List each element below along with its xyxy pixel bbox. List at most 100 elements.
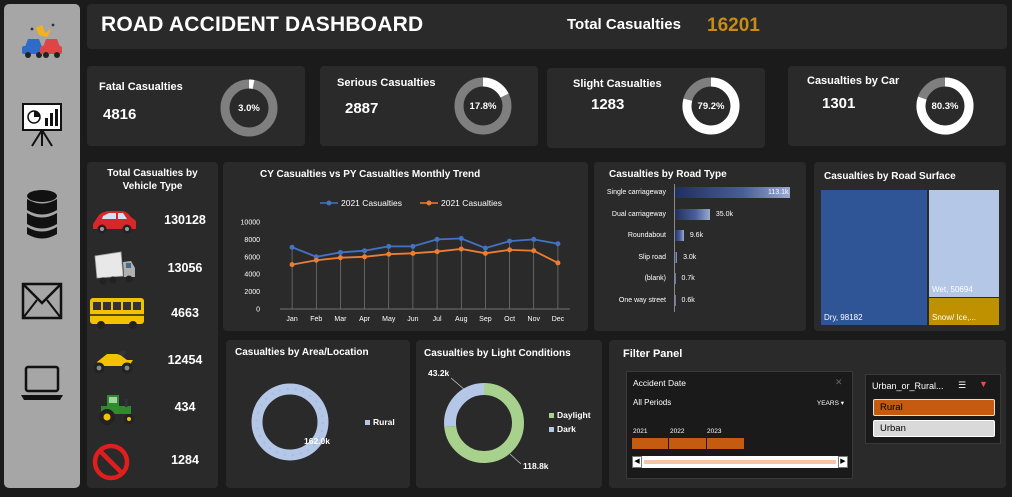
x-tick-label: Aug (455, 316, 468, 323)
area-location-panel: Casualties by Area/Location 162.0k Rural (226, 340, 410, 488)
kpi-donut: 80.3% (915, 76, 975, 136)
kpi-donut: 17.8% (453, 76, 513, 136)
total-casualties-value: 16201 (707, 15, 760, 36)
light-dark-value: 43.2k (428, 368, 450, 378)
laptop-icon[interactable] (18, 358, 66, 408)
clear-filter-icon[interactable]: ▼ (979, 379, 988, 389)
treemap-dry[interactable]: Dry, 98182 (821, 190, 927, 325)
timeline-scrollbar[interactable]: ◀ ▶ (632, 456, 848, 468)
road-type-bar[interactable] (674, 208, 710, 220)
trend-legend-cy: 2021 Casualties (341, 198, 402, 208)
kpi-percent: 80.3% (931, 100, 959, 112)
kpi-value: 4816 (103, 106, 137, 123)
data-point (555, 241, 561, 247)
timeline-all-periods: All Periods (633, 398, 672, 407)
slicer-option-urban[interactable]: Urban (873, 420, 995, 437)
trend-legend: 2021 Casualties 2021 Casualties (320, 197, 520, 209)
vehicle-value: 13056 (167, 261, 203, 275)
kpi-label: Fatal Casualties (99, 81, 183, 93)
road-type-value: 9.6k (689, 232, 704, 239)
data-point (507, 247, 513, 253)
kpi-value: 1283 (591, 96, 625, 113)
data-point (313, 257, 319, 263)
data-point (482, 250, 488, 256)
road-type-label: Slip road (638, 253, 666, 261)
kpi-card-serious: Serious Casualties 2887 17.8% (320, 66, 538, 146)
slicer-option-rural[interactable]: Rural (873, 399, 995, 416)
urban-rural-slicer: Urban_or_Rural... ☰ ▼ Rural Urban (865, 374, 1001, 444)
light-legend-dark: Dark (557, 424, 576, 434)
kpi-percent: 17.8% (469, 100, 497, 112)
tractor-icon (99, 395, 134, 425)
x-tick-label: Jan (286, 316, 297, 323)
vehicle-value: 434 (174, 400, 196, 414)
accident-date-timeline: Accident Date ✕ All Periods YEARS ▾ 2021… (626, 371, 853, 479)
treemap-wet[interactable]: Wet, 50694 (929, 190, 999, 297)
y-tick-label: 0 (256, 307, 260, 314)
scroll-right-icon[interactable]: ▶ (838, 456, 848, 468)
trend-legend-py: 2021 Casualties (441, 198, 502, 208)
treemap-snow[interactable]: Snow/ Ice,... (929, 298, 999, 325)
leader-line (509, 453, 522, 465)
timeline-selection-bar[interactable] (632, 438, 744, 449)
page-title: ROAD ACCIDENT DASHBOARD (101, 13, 424, 36)
bus-icon (90, 298, 144, 329)
data-point (410, 243, 416, 249)
database-icon[interactable] (18, 190, 66, 240)
vehicle-value: 130128 (164, 213, 206, 227)
area-donut (251, 383, 329, 461)
timeline-year-2022: 2022 (670, 428, 685, 435)
vehicle-title-line2: Vehicle Type (122, 181, 183, 192)
road-type-label: Roundabout (627, 232, 666, 239)
scroll-left-icon[interactable]: ◀ (632, 456, 642, 468)
road-type-label: One way street (618, 296, 666, 304)
presentation-chart-icon[interactable] (18, 100, 66, 150)
road-type-value: 0.7k (681, 275, 695, 282)
title-bar: ROAD ACCIDENT DASHBOARD Total Casualties… (87, 4, 1007, 49)
kpi-percent: 79.2% (697, 100, 725, 112)
x-tick-label: Jul (433, 316, 442, 323)
truck-icon (94, 251, 135, 285)
kpi-value: 1301 (822, 95, 856, 112)
x-tick-label: Oct (504, 316, 515, 323)
treemap-wet-label: Wet, 50694 (932, 285, 973, 294)
data-point (337, 249, 343, 255)
data-point (555, 260, 561, 266)
data-point (531, 248, 537, 254)
y-tick-label: 2000 (244, 289, 260, 296)
trend-chart: 0 2000 4000 6000 8000 10000 Jan Feb Mar Apr May Jun… (241, 220, 570, 323)
kpi-label: Slight Casualties (573, 78, 662, 90)
area-legend: Rural (365, 417, 395, 427)
road-type-label: Dual carriageway (611, 210, 666, 218)
kpi-label: Casualties by Car (807, 75, 900, 87)
slicer-title: Urban_or_Rural... (872, 381, 944, 391)
series-line (291, 237, 559, 258)
no-entry-icon (92, 443, 130, 481)
clear-filter-icon[interactable]: ✕ (835, 377, 845, 387)
timeline-level-dropdown[interactable]: YEARS ▾ (817, 399, 844, 407)
vehicle-type-panel: Total Casualties by Vehicle Type 130128 … (87, 162, 218, 488)
road-type-value: 3.0k (683, 253, 697, 261)
donut-slice-dark (444, 383, 485, 428)
kpi-percent: 3.0% (238, 102, 260, 114)
x-tick-label: Nov (528, 316, 541, 323)
mail-icon[interactable] (18, 276, 66, 326)
road-type-bar[interactable] (674, 230, 684, 241)
vehicle-row-car: 130128 (87, 202, 217, 242)
series-line (291, 248, 559, 266)
multi-select-icon[interactable]: ☰ (958, 380, 966, 391)
road-type-label: (blank) (644, 275, 666, 282)
y-tick-label: 10000 (241, 220, 261, 227)
data-point (458, 246, 464, 252)
data-point (289, 262, 295, 268)
scroll-thumb[interactable] (644, 460, 836, 464)
vehicle-value: 4663 (171, 306, 199, 320)
area-legend-label: Rural (373, 417, 395, 427)
car-crash-icon[interactable] (18, 16, 66, 66)
kpi-donut: 3.0% (219, 78, 279, 138)
x-tick-label: Feb (310, 316, 322, 323)
data-point (410, 250, 416, 256)
light-legend: Daylight Dark (549, 408, 591, 436)
kpi-card-slight: Slight Casualties 1283 79.2% (547, 68, 765, 148)
x-tick-label: Dec (552, 316, 565, 323)
